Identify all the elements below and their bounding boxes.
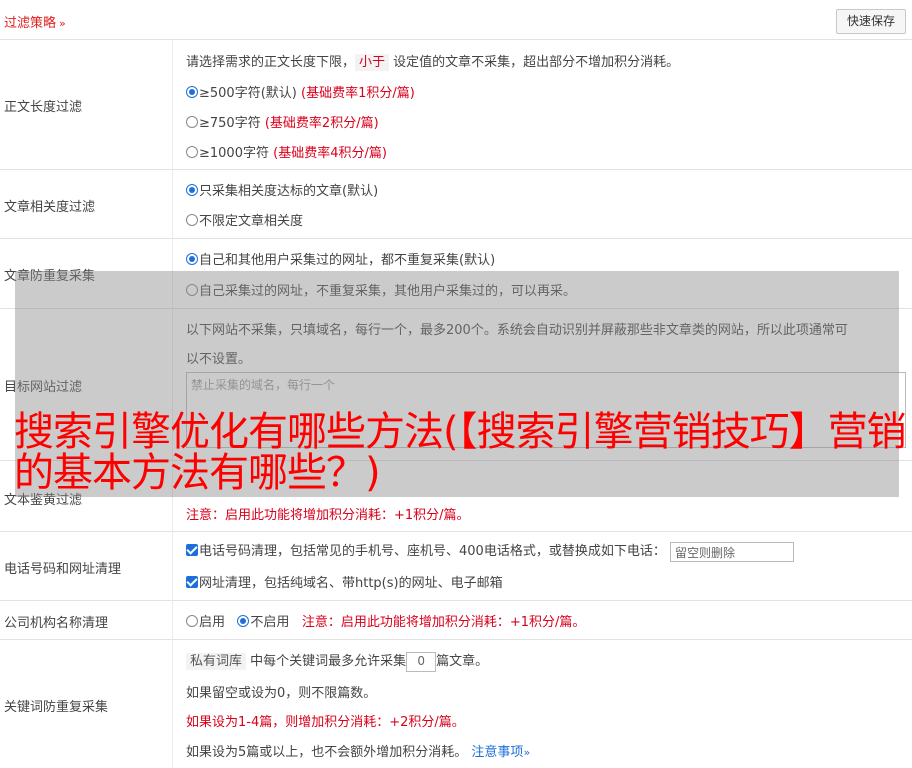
- org-clean-enable[interactable]: 启用: [186, 615, 225, 630]
- option-label: ≥750字符: [199, 116, 261, 131]
- private-lexicon-link[interactable]: 私有词库: [186, 653, 247, 670]
- radio-icon[interactable]: [186, 116, 198, 128]
- keyword-dedupe-row: 关键词防重复采集 私有词库 中每个关键词最多允许采集 0 篇文章。 如果留空或设为0…: [0, 640, 912, 768]
- desc-text: 请选择需求的正文长度下限，: [186, 55, 356, 70]
- less-than-tag: 小于: [355, 54, 390, 71]
- org-clean-note: 注意：启用此功能将增加积分消耗：+1积分/篇。: [301, 615, 586, 630]
- limit-text: 中每个关键词最多允许采集: [250, 654, 407, 669]
- option-note: (基础费率1积分/篇): [301, 86, 415, 101]
- dedupe-option-all[interactable]: 自己和其他用户采集过的网址，都不重复采集(默认): [186, 249, 495, 268]
- checkbox-checked-icon[interactable]: [186, 576, 198, 588]
- row-label: 关键词防重复采集: [4, 700, 109, 715]
- chevron-down-icon: »: [523, 746, 531, 759]
- quick-save-button[interactable]: 快速保存: [836, 9, 906, 34]
- radio-icon[interactable]: [186, 615, 198, 627]
- relevance-option-unlimited[interactable]: 不限定文章相关度: [186, 210, 303, 229]
- option-label: 不启用: [250, 615, 290, 630]
- filter-strategy-toggle[interactable]: 过滤策略»: [4, 12, 66, 31]
- option-label: 不限定文章相关度: [199, 214, 304, 229]
- length-filter-row: 正文长度过滤 请选择需求的正文长度下限， 小于 设定值的文章不采集，超出部分不增加…: [0, 40, 912, 170]
- phone-url-clean-row: 电话号码和网址清理 电话号码清理，包括常见的手机号、座机号、400电话格式，或替…: [0, 532, 912, 601]
- checkbox-checked-icon[interactable]: [186, 544, 198, 556]
- org-clean-options: 启用 不启用 注意：启用此功能将增加积分消耗：+1积分/篇。: [186, 611, 585, 630]
- option-label: 启用: [199, 615, 226, 630]
- max-articles-input[interactable]: 0: [406, 651, 437, 672]
- replacement-phone-input[interactable]: 留空则删除: [669, 541, 794, 562]
- option-label: ≥500字符(默认): [199, 86, 297, 101]
- overlay-title: 搜索引擎优化有哪些方法(【搜索引擎营销技巧】营销的基本方法有哪些？): [14, 409, 907, 496]
- length-option-500[interactable]: ≥500字符(默认) (基础费率1积分/篇): [186, 82, 415, 101]
- notes-link[interactable]: 注意事项»: [471, 745, 530, 760]
- notes-link-label: 注意事项: [471, 745, 524, 760]
- keyword-rule-1: 如果留空或设为0，则不限篇数。: [186, 686, 377, 701]
- section-title: 过滤策略: [4, 16, 57, 31]
- option-label: 网址清理，包括纯域名、带http(s)的网址、电子邮箱: [199, 576, 503, 591]
- radio-icon[interactable]: [186, 146, 198, 158]
- length-option-750[interactable]: ≥750字符 (基础费率2积分/篇): [186, 112, 379, 131]
- phone-clean-option[interactable]: 电话号码清理，包括常见的手机号、座机号、400电话格式，或替换成如下电话： 留空…: [186, 540, 794, 562]
- desc-text: 设定值的文章不采集，超出部分不增加积分消耗。: [393, 55, 680, 70]
- keyword-limit-line: 私有词库 中每个关键词最多允许采集 0 篇文章。: [186, 650, 488, 672]
- option-note: (基础费率4积分/篇): [273, 146, 387, 161]
- row-label: 正文长度过滤: [4, 100, 83, 115]
- row-label: 电话号码和网址清理: [4, 562, 122, 577]
- radio-selected-icon[interactable]: [237, 615, 250, 627]
- radio-selected-icon[interactable]: [186, 86, 198, 98]
- limit-text: 篇文章。: [436, 654, 489, 669]
- length-filter-desc: 请选择需求的正文长度下限， 小于 设定值的文章不采集，超出部分不增加积分消耗。: [186, 51, 680, 71]
- radio-selected-icon[interactable]: [186, 184, 198, 196]
- option-note: (基础费率2积分/篇): [264, 116, 379, 131]
- url-clean-option[interactable]: 网址清理，包括纯域名、带http(s)的网址、电子邮箱: [186, 572, 503, 591]
- keyword-rule-3: 如果设为5篇或以上，也不会额外增加积分消耗。 注意事项»: [186, 741, 530, 760]
- relevance-option-qualified[interactable]: 只采集相关度达标的文章(默认): [186, 180, 378, 199]
- option-label: 自己和其他用户采集过的网址，都不重复采集(默认): [199, 253, 496, 268]
- filter-strategy-header: 过滤策略» 快速保存: [0, 0, 912, 40]
- org-clean-row: 公司机构名称清理 启用 不启用 注意：启用此功能将增加积分消耗：+1积分/篇。: [0, 601, 912, 640]
- chevron-down-icon: »: [59, 17, 66, 30]
- relevance-filter-row: 文章相关度过滤 只采集相关度达标的文章(默认) 不限定文章相关度: [0, 170, 912, 239]
- text-review-note: 注意：启用此功能将增加积分消耗：+1积分/篇。: [186, 508, 470, 523]
- org-clean-disable[interactable]: 不启用: [237, 615, 289, 630]
- row-label: 公司机构名称清理: [4, 616, 109, 631]
- row-label: 文章相关度过滤: [4, 200, 96, 215]
- keyword-rule-2: 如果设为1-4篇，则增加积分消耗：+2积分/篇。: [186, 715, 465, 730]
- option-label: 电话号码清理，包括常见的手机号、座机号、400电话格式，或替换成如下电话：: [199, 544, 666, 559]
- radio-icon[interactable]: [186, 214, 198, 226]
- option-label: ≥1000字符: [199, 146, 269, 161]
- length-option-1000[interactable]: ≥1000字符 (基础费率4积分/篇): [186, 142, 387, 161]
- rule-text: 如果设为5篇或以上，也不会额外增加积分消耗。: [186, 745, 468, 760]
- radio-selected-icon[interactable]: [186, 253, 198, 265]
- option-label: 只采集相关度达标的文章(默认): [199, 184, 379, 199]
